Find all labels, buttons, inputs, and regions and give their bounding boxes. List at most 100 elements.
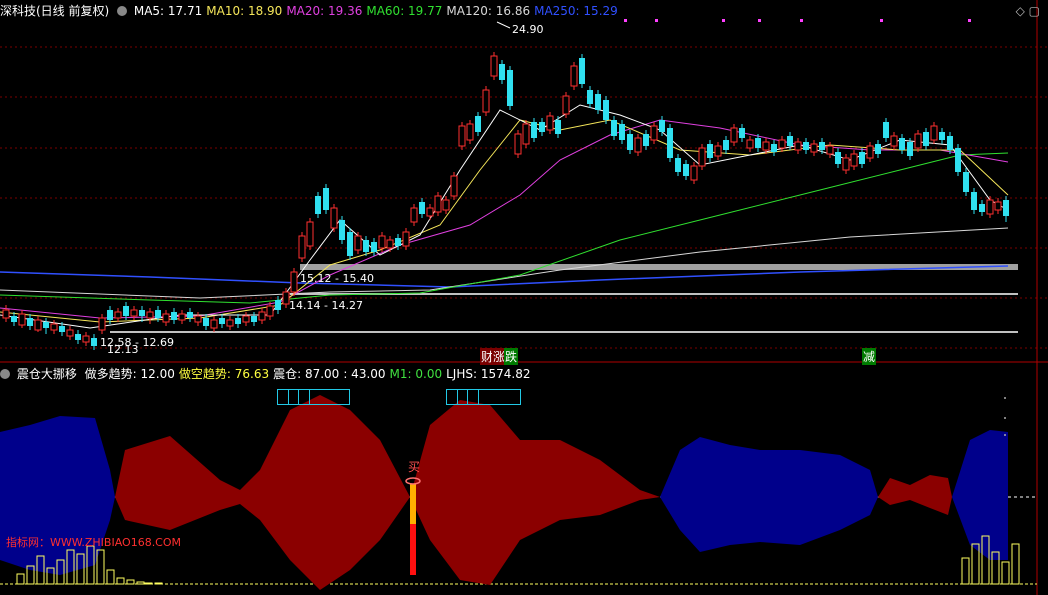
bear-area-1 — [0, 416, 115, 575]
candle-body-down — [91, 338, 97, 346]
candle-body-up — [650, 125, 658, 141]
candle-body-down — [235, 318, 241, 324]
event-marker-fall[interactable]: 跌 — [504, 348, 519, 365]
candle-body-down — [619, 124, 625, 140]
buy-signal-label: 买 — [408, 460, 421, 474]
candle-body-down — [939, 132, 945, 140]
candle-body-down — [531, 122, 537, 138]
candle-body-up — [466, 123, 474, 141]
ma-legend-item: MA10: 18.90 — [206, 4, 283, 18]
candle-body-down — [475, 116, 481, 132]
candle-body-down — [187, 312, 193, 318]
candle-body-down — [579, 58, 585, 84]
bear-area-3 — [952, 430, 1008, 560]
candle-body-down — [11, 316, 17, 322]
candle-body-down — [859, 152, 865, 164]
indicator-settings-icon[interactable] — [0, 369, 10, 379]
candle-body-up — [914, 133, 922, 149]
volume-bar — [1011, 543, 1020, 585]
indicator-name: 震仓大挪移 — [16, 367, 77, 381]
volume-bar — [1001, 561, 1010, 585]
volume-bar — [154, 582, 163, 585]
top-signal-dot — [800, 19, 803, 22]
candle-body-up — [866, 145, 874, 159]
window-controls[interactable]: ◇ ▢ — [1016, 4, 1040, 18]
candle-body-up — [50, 323, 58, 331]
candle-body-up — [434, 195, 442, 213]
candle-body-up — [826, 145, 834, 155]
candle-body-down — [963, 172, 969, 192]
candle-body-up — [2, 309, 10, 319]
buy-bar-top — [410, 484, 416, 524]
zone-label-3: 12.58 - 12.69 — [100, 336, 174, 349]
top-signal-dot — [655, 19, 658, 22]
volume-bar — [16, 573, 25, 585]
candle-body-up — [402, 231, 410, 247]
candle-body-down — [587, 90, 593, 104]
main-chart-header: 深科技(日线 前复权) MA5: 17.71 MA10: 18.90 MA20: 1… — [0, 2, 626, 20]
candle-body-up — [178, 313, 186, 321]
candle-body-up — [794, 141, 802, 151]
stock-chart-window[interactable]: 深科技(日线 前复权) MA5: 17.71 MA10: 18.90 MA20: 1… — [0, 0, 1048, 595]
settings-circle-icon[interactable] — [117, 6, 128, 16]
candle-body-up — [698, 147, 706, 167]
ma-legend-item: MA5: 17.71 — [133, 4, 203, 18]
candle-body-down — [675, 158, 681, 172]
candle-body-down — [107, 310, 113, 320]
volume-bar — [144, 582, 153, 585]
candle-body-down — [339, 220, 345, 240]
indicator-value-item: LJHS: 1574.82 — [446, 367, 531, 381]
candle-body-up — [634, 137, 642, 153]
candle-body-down — [739, 128, 745, 138]
volume-bar — [961, 557, 970, 585]
indicator-header: 震仓大挪移 做多趋势: 12.00 做空趋势: 76.63 震仓: 87.00: 4… — [0, 365, 538, 383]
candle-body-down — [883, 122, 889, 138]
candle-body-down — [507, 70, 513, 106]
candle-body-up — [378, 235, 386, 249]
candle-body-up — [226, 319, 234, 327]
candle-body-up — [730, 127, 738, 143]
candle-body-down — [419, 202, 425, 214]
candle-body-up — [690, 165, 698, 181]
candle-body-down — [723, 140, 729, 150]
ma-legend-item: MA20: 19.36 — [286, 4, 363, 18]
candle-body-up — [570, 65, 578, 87]
indicator-value-item: : 43.00 — [343, 367, 386, 381]
high-marker-line — [496, 21, 511, 29]
candle-body-up — [146, 311, 154, 319]
candle-body-up — [306, 221, 314, 247]
bull-area-3 — [878, 475, 952, 515]
candle-body-down — [123, 306, 129, 316]
candle-body-down — [43, 322, 49, 328]
candle-body-up — [426, 207, 434, 217]
buy-bar-bottom — [410, 524, 416, 575]
watermark-text: 指标网：WWW.ZHIBIAO168.COM — [6, 536, 182, 549]
volume-bar — [126, 579, 135, 585]
candle-body-down — [155, 310, 161, 318]
candle-body-down — [835, 152, 841, 164]
candle-body-up — [66, 329, 74, 337]
top-signal-dot — [880, 19, 883, 22]
volume-bar — [116, 577, 125, 585]
candle-body-down — [667, 128, 673, 158]
candle-body-down — [947, 136, 953, 150]
candle-body-down — [923, 132, 929, 146]
candle-body-down — [539, 122, 545, 132]
zone-label-2: 14.14 - 14.27 — [289, 299, 363, 312]
top-signal-dot — [758, 19, 761, 22]
candle-body-down — [603, 100, 609, 120]
ma-legend-item: MA60: 19.77 — [366, 4, 443, 18]
candle-body-down — [251, 316, 257, 322]
candle-body-down — [643, 134, 649, 146]
candle-body-down — [899, 138, 905, 150]
event-marker-reduce[interactable]: 减 — [862, 348, 877, 365]
candle-body-down — [1003, 200, 1009, 216]
bear-area-2 — [660, 437, 878, 552]
chart-canvas[interactable] — [0, 0, 1048, 595]
candle-body-up — [994, 201, 1002, 211]
indicator-value-item: M1: 0.00 — [389, 367, 443, 381]
candle-body-down — [907, 142, 913, 156]
ma-legend-item: MA250: 15.29 — [534, 4, 618, 18]
ma-legend-item: MA120: 16.86 — [446, 4, 531, 18]
candle-body-up — [522, 123, 530, 145]
